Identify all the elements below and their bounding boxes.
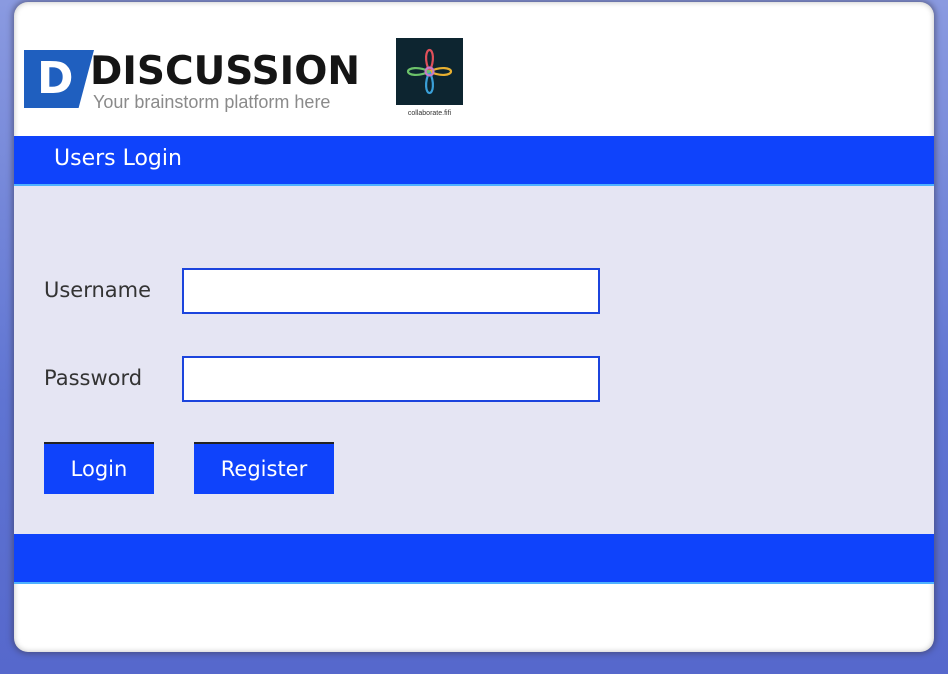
footer-bar (14, 534, 934, 584)
password-label: Password (44, 366, 143, 390)
collaborate-logo (396, 38, 463, 105)
collaborate-caption: collaborate.fifi (407, 110, 452, 117)
username-label: Username (44, 278, 152, 302)
username-input[interactable] (182, 268, 600, 314)
logo-letter: D (37, 53, 74, 104)
login-card: D DISCUSSION Your brainstorm platform he… (14, 2, 934, 652)
page-title: Users Login (54, 146, 182, 171)
login-button[interactable]: Login (44, 442, 154, 494)
password-input[interactable] (182, 356, 600, 402)
login-form: Username Password Login Register (14, 186, 934, 534)
header-bar: Users Login (14, 136, 934, 186)
discussion-logo-mark: D (24, 50, 94, 108)
logo-area: D DISCUSSION Your brainstorm platform he… (14, 2, 934, 136)
logo-tagline: Your brainstorm platform here (93, 92, 331, 112)
register-button[interactable]: Register (194, 442, 334, 494)
logo-title: DISCUSSION (90, 49, 360, 94)
four-loop-knot-icon (406, 48, 453, 95)
